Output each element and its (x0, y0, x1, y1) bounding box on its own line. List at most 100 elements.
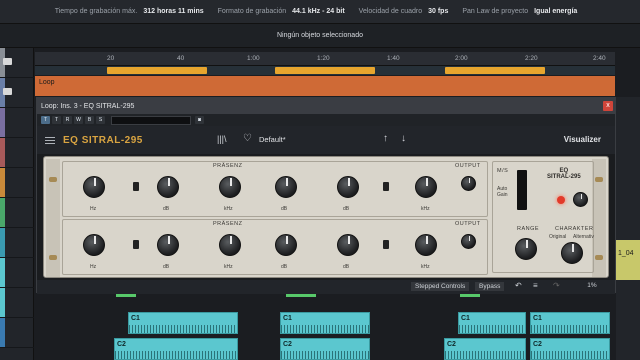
track-button[interactable] (3, 88, 12, 95)
track-header[interactable] (0, 138, 34, 168)
unit-label: dB (281, 264, 288, 270)
visualizer-button[interactable]: Visualizer (564, 135, 601, 144)
output-knob[interactable] (461, 234, 476, 249)
menu-icon[interactable] (45, 136, 55, 144)
stepped-controls-button[interactable]: Stepped Controls (411, 282, 470, 291)
track-header[interactable] (0, 288, 34, 318)
ruler-tick: 1:40 (387, 55, 400, 62)
toggle-switch[interactable] (133, 182, 139, 191)
track-header[interactable] (0, 48, 34, 78)
bypass-button[interactable]: Bypass (475, 282, 505, 291)
highcut-freq-knob[interactable] (415, 176, 437, 198)
toolbar-button[interactable]: T (41, 116, 50, 124)
clip-name: C2 (283, 341, 292, 348)
lowcut-freq-knob[interactable] (83, 234, 105, 256)
clip-name: C1 (131, 315, 140, 322)
loop-marker-row[interactable] (35, 66, 615, 75)
range-knob[interactable] (515, 238, 537, 260)
clip-name: C2 (447, 341, 456, 348)
loop-segment[interactable] (275, 67, 375, 74)
presence-freq-knob[interactable] (219, 234, 241, 256)
track-header[interactable] (0, 78, 34, 108)
track-header[interactable] (0, 198, 34, 228)
high-gain-knob[interactable] (337, 176, 359, 198)
toolbar-button[interactable]: T (52, 116, 61, 124)
status-value: 44.1 kHz - 24 bit (292, 8, 345, 15)
output-knob[interactable] (461, 176, 476, 191)
audio-clip[interactable]: C1 (280, 312, 370, 334)
clip-name: C1 (533, 315, 542, 322)
master-panel: M/S Auto Gain EQ SITRAL-295 RANGE CHARAK… (492, 161, 594, 273)
plugin-title-bar[interactable]: Loop: Ins. 3 - EQ SITRAL-295 x (37, 98, 615, 114)
track-header[interactable] (0, 318, 34, 348)
status-value: 312 horas 11 mins (143, 8, 204, 15)
undo-icon[interactable]: ↶ (515, 281, 522, 290)
plugin-window[interactable]: Loop: Ins. 3 - EQ SITRAL-295 x T T R W B… (36, 97, 616, 294)
unit-label: dB (281, 206, 288, 212)
rack-ear-left (46, 159, 60, 277)
toolbar-button[interactable]: S (96, 116, 105, 124)
track-header[interactable] (0, 228, 34, 258)
preset-name[interactable]: Default* (259, 135, 286, 144)
preset-field[interactable] (111, 115, 191, 125)
unit-label: kHz (421, 206, 430, 212)
status-value: Igual energía (534, 8, 578, 15)
track-button[interactable] (3, 58, 12, 65)
audio-clip[interactable]: C2 (114, 338, 238, 360)
loop-track-lane[interactable]: Loop (35, 76, 615, 96)
audio-clip[interactable]: C1 (458, 312, 526, 334)
track-header[interactable] (0, 168, 34, 198)
unit-label: dB (163, 264, 170, 270)
arrow-down-icon[interactable]: ↓ (401, 133, 406, 144)
presence-freq-knob[interactable] (219, 176, 241, 198)
track-header[interactable] (0, 258, 34, 288)
audio-clip[interactable]: C1 (128, 312, 238, 334)
toggle-switch[interactable] (133, 240, 139, 249)
audio-clip[interactable]: C1 (530, 312, 610, 334)
loop-segment[interactable] (107, 67, 207, 74)
toggle-switch[interactable] (383, 240, 389, 249)
arrow-up-icon[interactable]: ↑ (383, 133, 388, 144)
status-bar: Tiempo de grabación máx. 312 horas 11 mi… (0, 0, 640, 24)
lowcut-freq-knob[interactable] (83, 176, 105, 198)
timeline-ruler[interactable]: 20 40 1:00 1:20 1:40 2:00 2:20 2:40 (35, 52, 615, 66)
low-gain-knob[interactable] (157, 176, 179, 198)
presence-gain-knob[interactable] (275, 176, 297, 198)
marker (116, 294, 136, 297)
power-switch[interactable] (573, 192, 588, 207)
ms-switch[interactable] (517, 170, 527, 210)
character-option: Alternativ (573, 234, 594, 240)
audio-clip[interactable]: 1_04 (616, 240, 640, 280)
rack-ear-right (592, 159, 606, 277)
redo-icon[interactable]: ↷ (553, 281, 560, 290)
track-header[interactable] (0, 108, 34, 138)
channel-row-2: PRÄSENZ OUTPUT Hz dB kHz dB dB kHz (62, 219, 488, 275)
presence-gain-knob[interactable] (275, 234, 297, 256)
low-gain-knob[interactable] (157, 234, 179, 256)
plugin-toolbar: T T R W B S ◙ (37, 114, 615, 126)
percent-field[interactable]: 1% (577, 282, 607, 289)
audio-clip[interactable]: C2 (444, 338, 526, 360)
highcut-freq-knob[interactable] (415, 234, 437, 256)
character-knob[interactable] (561, 242, 583, 264)
audio-clip[interactable]: C2 (280, 338, 370, 360)
list-icon[interactable]: ≡ (533, 281, 538, 290)
unit-label: dB (343, 264, 350, 270)
heart-icon[interactable]: ♡ (243, 133, 252, 144)
unit-label: kHz (421, 264, 430, 270)
unit-label: dB (343, 206, 350, 212)
audio-clip[interactable]: C2 (530, 338, 610, 360)
toggle-switch[interactable] (383, 182, 389, 191)
ruler-tick: 2:40 (593, 55, 606, 62)
library-icon[interactable]: |||\ (217, 134, 227, 144)
toolbar-button[interactable]: W (74, 116, 83, 124)
character-option: Original (549, 234, 567, 240)
toolbar-button[interactable]: B (85, 116, 94, 124)
loop-segment[interactable] (445, 67, 545, 74)
toolbar-button[interactable]: R (63, 116, 72, 124)
close-button[interactable]: x (603, 101, 613, 111)
camera-icon[interactable]: ◙ (195, 116, 204, 124)
clip-name: C2 (533, 341, 542, 348)
plugin-name: EQ SITRAL-295 (63, 134, 143, 146)
high-gain-knob[interactable] (337, 234, 359, 256)
